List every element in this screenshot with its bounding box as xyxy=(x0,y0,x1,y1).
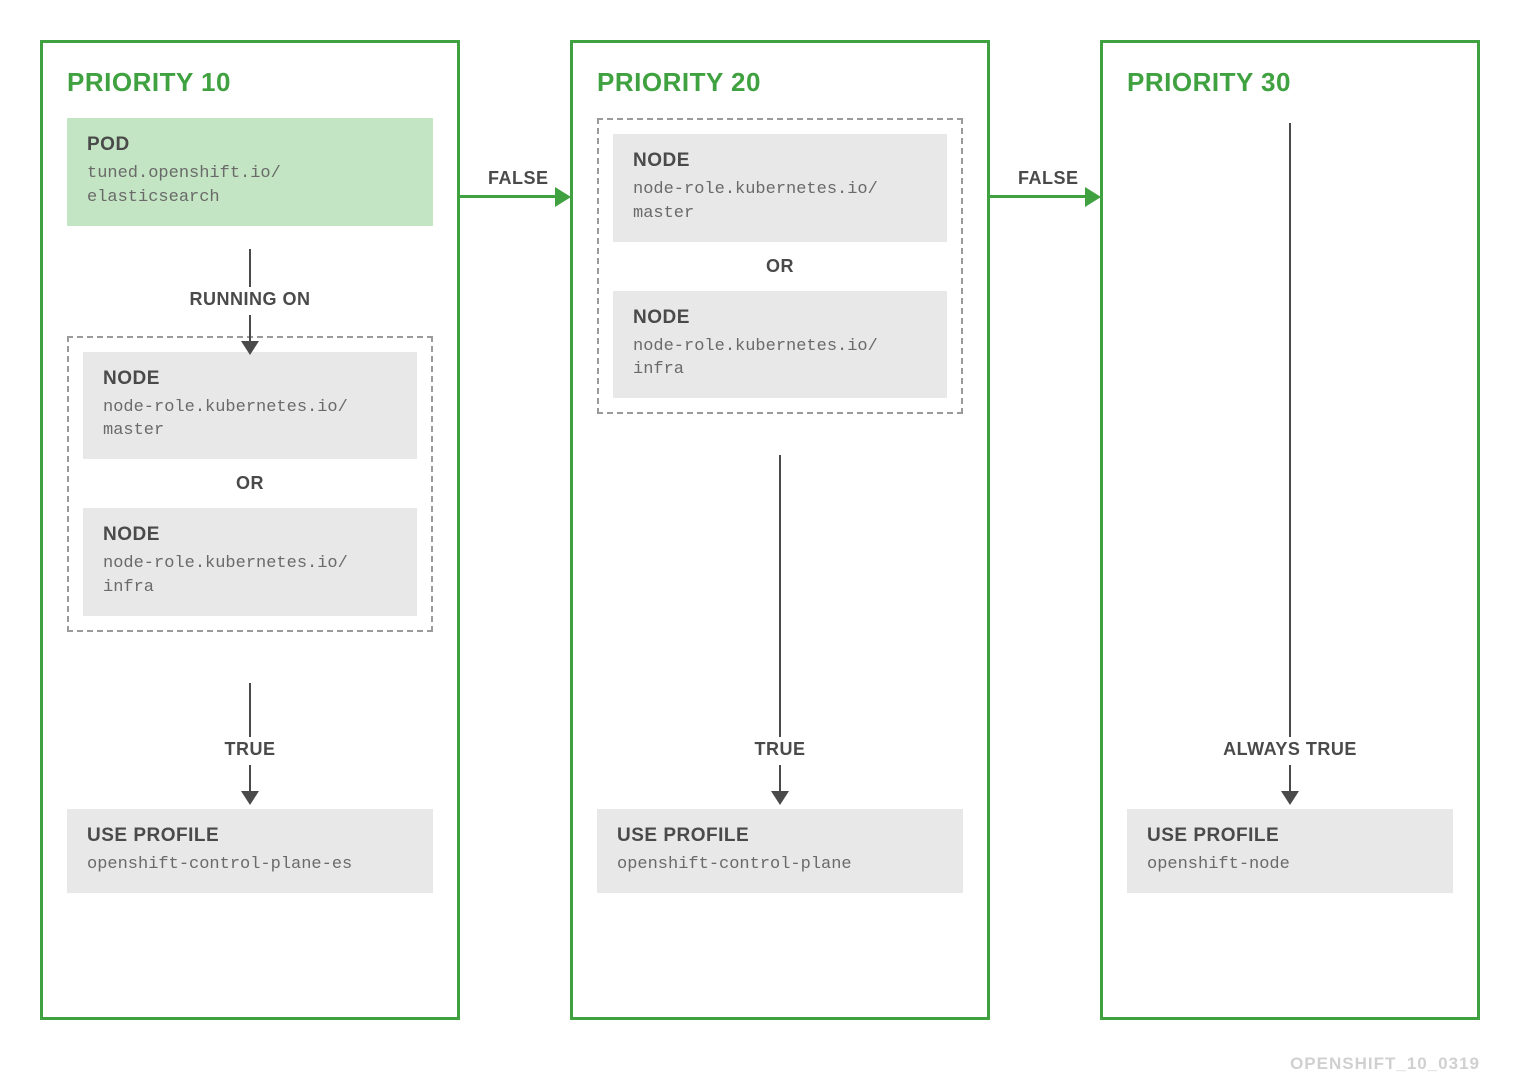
node-or-group-1: NODE node-role.kubernetes.io/ master OR … xyxy=(67,336,433,632)
node-value: node-role.kubernetes.io/ master xyxy=(103,396,397,444)
node-block-master: NODE node-role.kubernetes.io/ master xyxy=(83,352,417,460)
tuned-priority-diagram: PRIORITY 10 POD tuned.openshift.io/ elas… xyxy=(40,40,1480,1040)
arrow-down-icon xyxy=(1281,791,1299,805)
arrow-down-icon xyxy=(771,791,789,805)
true-label: TRUE xyxy=(751,737,810,762)
node-value: node-role.kubernetes.io/ infra xyxy=(103,552,397,600)
false-label-2: FALSE xyxy=(1014,166,1083,191)
always-true-label: ALWAYS TRUE xyxy=(1219,737,1361,762)
false-label-1: FALSE xyxy=(484,166,553,191)
footer-id: OPENSHIFT_10_0319 xyxy=(1290,1054,1480,1074)
arrow-down-icon xyxy=(241,341,259,355)
node-or-group-2: NODE node-role.kubernetes.io/ master OR … xyxy=(597,118,963,414)
use-profile-label: USE PROFILE xyxy=(617,825,943,847)
profile-block-3: USE PROFILE openshift-node xyxy=(1127,809,1453,893)
or-label: OR xyxy=(613,242,947,291)
node-block-infra: NODE node-role.kubernetes.io/ infra xyxy=(83,508,417,616)
node-value: node-role.kubernetes.io/ infra xyxy=(633,335,927,383)
priority-30-title: PRIORITY 30 xyxy=(1127,67,1453,98)
pod-value: tuned.openshift.io/ elasticsearch xyxy=(87,162,413,210)
profile-value: openshift-control-plane xyxy=(617,853,943,877)
node-block-infra: NODE node-role.kubernetes.io/ infra xyxy=(613,291,947,399)
node-label: NODE xyxy=(103,524,397,546)
profile-block-2: USE PROFILE openshift-control-plane xyxy=(597,809,963,893)
use-profile-label: USE PROFILE xyxy=(87,825,413,847)
profile-value: openshift-control-plane-es xyxy=(87,853,413,877)
or-label: OR xyxy=(83,459,417,508)
profile-block-1: USE PROFILE openshift-control-plane-es xyxy=(67,809,433,893)
arrow-right-icon xyxy=(1085,187,1101,207)
running-on-label: RUNNING ON xyxy=(186,287,315,312)
node-label: NODE xyxy=(633,307,927,329)
false-connector-1 xyxy=(460,195,558,198)
priority-30-box: PRIORITY 30 ALWAYS TRUE USE PROFILE open… xyxy=(1100,40,1480,1020)
node-value: node-role.kubernetes.io/ master xyxy=(633,178,927,226)
node-label: NODE xyxy=(103,368,397,390)
arrow-down-icon xyxy=(241,791,259,805)
pod-block: POD tuned.openshift.io/ elasticsearch xyxy=(67,118,433,226)
profile-value: openshift-node xyxy=(1147,853,1433,877)
node-block-master: NODE node-role.kubernetes.io/ master xyxy=(613,134,947,242)
priority-20-box: PRIORITY 20 NODE node-role.kubernetes.io… xyxy=(570,40,990,1020)
arrow-right-icon xyxy=(555,187,571,207)
use-profile-label: USE PROFILE xyxy=(1147,825,1433,847)
priority-10-box: PRIORITY 10 POD tuned.openshift.io/ elas… xyxy=(40,40,460,1020)
true-label: TRUE xyxy=(221,737,280,762)
priority-10-title: PRIORITY 10 xyxy=(67,67,433,98)
node-label: NODE xyxy=(633,150,927,172)
priority-20-title: PRIORITY 20 xyxy=(597,67,963,98)
false-connector-2 xyxy=(990,195,1088,198)
pod-label: POD xyxy=(87,134,413,156)
